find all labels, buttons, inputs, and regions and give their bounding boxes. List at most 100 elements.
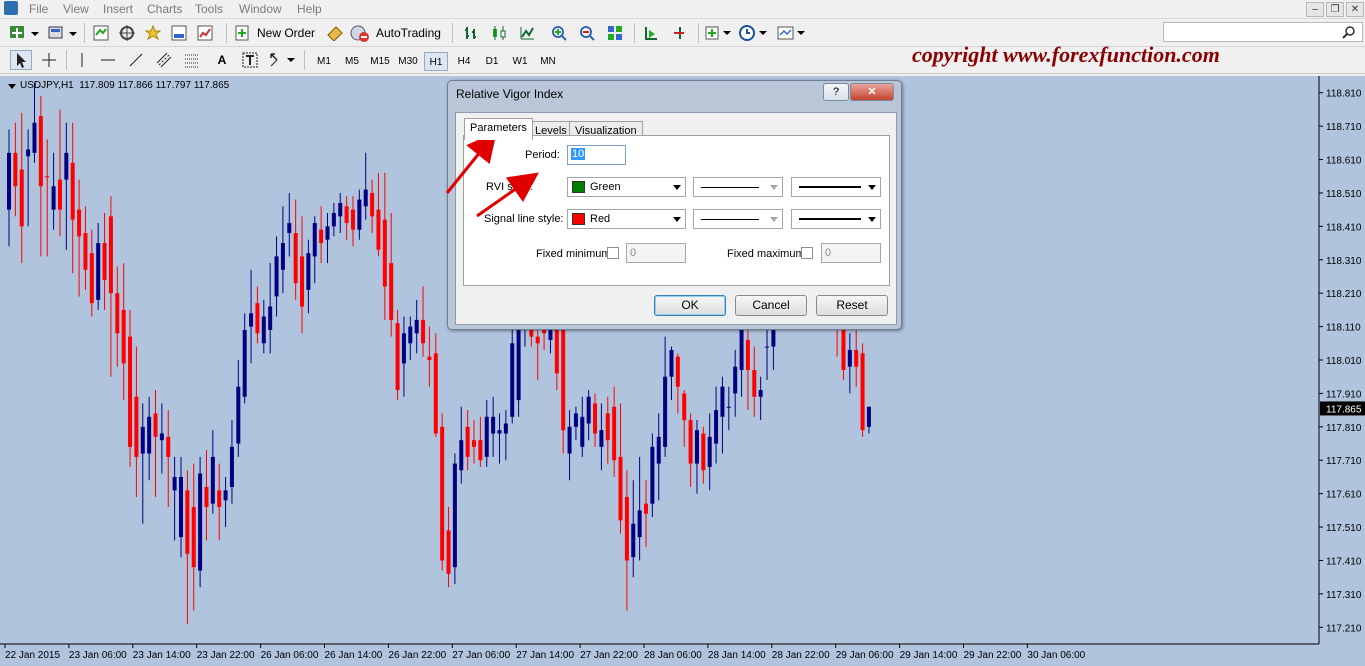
line-chart-icon [520, 27, 534, 40]
candle-body [554, 326, 559, 374]
period-input[interactable]: 10 [567, 145, 626, 165]
time-tick-label: 30 Jan 06:00 [1027, 650, 1085, 661]
candle-body [45, 176, 50, 178]
autotrading-label: AutoTrading [376, 26, 441, 40]
menu-view[interactable]: View [63, 2, 89, 16]
price-tick-label: 117.510 [1326, 523, 1362, 534]
timeframe-mn[interactable]: MN [536, 52, 560, 71]
trendline-tool[interactable] [126, 50, 146, 70]
horizontal-line-icon [101, 59, 115, 61]
fibonacci-icon [185, 54, 199, 68]
menu-bar: File View Insert Charts Tools Window Hel… [0, 0, 1365, 19]
fixed-maximum-value: 0 [825, 247, 832, 259]
candle-body [675, 356, 680, 387]
candle-body [414, 319, 419, 334]
candle-body [707, 436, 712, 467]
equidistant-channel-tool[interactable] [154, 50, 174, 70]
fibonacci-tool[interactable] [182, 50, 202, 70]
arrows-tool[interactable] [266, 50, 296, 70]
menu-file[interactable]: File [29, 2, 48, 16]
search-field[interactable] [1163, 22, 1363, 42]
metaeditor-button[interactable] [324, 23, 346, 43]
line-chart-button[interactable] [516, 23, 538, 43]
new-order-button[interactable]: New Order [234, 23, 320, 43]
profiles-button[interactable] [46, 23, 78, 43]
menu-window[interactable]: Window [239, 2, 282, 16]
timeframe-m1[interactable]: M1 [312, 52, 336, 71]
cancel-button[interactable]: Cancel [735, 295, 807, 316]
timeframe-m5[interactable]: M5 [340, 52, 364, 71]
candlestick-button[interactable] [488, 23, 510, 43]
templates-button[interactable] [776, 23, 806, 43]
fixed-maximum-checkbox[interactable] [801, 247, 813, 259]
fixed-maximum-input[interactable]: 0 [821, 243, 881, 263]
candle-body [408, 326, 413, 344]
minimize-icon[interactable]: – [1306, 2, 1324, 17]
zoom-out-button[interactable] [576, 23, 598, 43]
candle-body [605, 413, 610, 441]
signal-color-select[interactable]: Red [567, 209, 686, 229]
timeframe-w1[interactable]: W1 [508, 52, 532, 71]
tab-parameters[interactable]: Parameters [464, 118, 533, 140]
terminal-button[interactable] [168, 23, 190, 43]
periods-button[interactable] [738, 23, 768, 43]
timeframe-h1[interactable]: H1 [424, 52, 448, 71]
zoom-in-button[interactable] [548, 23, 570, 43]
chart-shift-button[interactable] [668, 23, 690, 43]
menu-tools[interactable]: Tools [195, 2, 223, 16]
close-icon[interactable]: ✕ [1346, 2, 1364, 17]
signal-line-width-select[interactable] [791, 209, 881, 229]
reset-button[interactable]: Reset [816, 295, 888, 316]
watermark: copyright www.forexfunction.com [912, 42, 1220, 67]
menu-help[interactable]: Help [297, 2, 322, 16]
market-watch-button[interactable] [90, 23, 112, 43]
price-tick-label: 117.210 [1326, 623, 1362, 634]
time-tick-label: 26 Jan 22:00 [388, 650, 446, 661]
candle-body [631, 523, 636, 558]
fixed-minimum-input[interactable]: 0 [626, 243, 686, 263]
timeframe-h4[interactable]: H4 [452, 52, 476, 71]
text-tool[interactable]: A [212, 50, 232, 70]
fixed-minimum-checkbox[interactable] [607, 247, 619, 259]
candle-body [758, 390, 763, 397]
crosshair-tool[interactable] [38, 50, 60, 70]
line-width-preview [799, 186, 861, 188]
chevron-down-icon [673, 185, 681, 190]
bar-chart-button[interactable] [460, 23, 482, 43]
rvi-line-width-select[interactable] [791, 177, 881, 197]
candle-body [694, 430, 699, 464]
timeframe-d1[interactable]: D1 [480, 52, 504, 71]
cursor-tool[interactable] [10, 50, 32, 70]
menu-charts[interactable]: Charts [147, 2, 182, 16]
chart-shift-icon [674, 27, 684, 39]
timeframe-m30[interactable]: M30 [396, 52, 420, 71]
trendline-icon [129, 53, 143, 67]
menu-insert[interactable]: Insert [103, 2, 133, 16]
rvi-color-select[interactable]: Green [567, 177, 686, 197]
candle-body [593, 403, 598, 434]
strategy-tester-button[interactable] [194, 23, 216, 43]
candle-body [57, 179, 62, 210]
timeframe-m15[interactable]: M15 [368, 52, 392, 71]
close-button[interactable]: ✕ [850, 83, 894, 101]
ok-button[interactable]: OK [654, 295, 726, 316]
vertical-line-tool[interactable] [72, 50, 92, 70]
help-button[interactable]: ? [823, 83, 849, 101]
horizontal-line-tool[interactable] [98, 50, 118, 70]
rvi-line-style-select[interactable] [693, 177, 783, 197]
candle-body [268, 306, 273, 330]
autotrading-button[interactable]: AutoTrading [350, 23, 444, 43]
data-window-button[interactable] [116, 23, 138, 43]
metaeditor-icon [327, 26, 343, 41]
new-chart-button[interactable] [8, 23, 40, 43]
price-tick-label: 118.510 [1326, 189, 1362, 200]
indicators-button[interactable] [704, 23, 732, 43]
search-icon[interactable] [1342, 26, 1356, 40]
text-label-tool[interactable] [240, 50, 260, 70]
signal-line-style-select[interactable] [693, 209, 783, 229]
navigator-button[interactable] [142, 23, 164, 43]
auto-scroll-button[interactable] [640, 23, 662, 43]
restore-icon[interactable]: ❐ [1326, 2, 1344, 17]
tile-windows-button[interactable] [604, 23, 626, 43]
separator [634, 23, 635, 43]
